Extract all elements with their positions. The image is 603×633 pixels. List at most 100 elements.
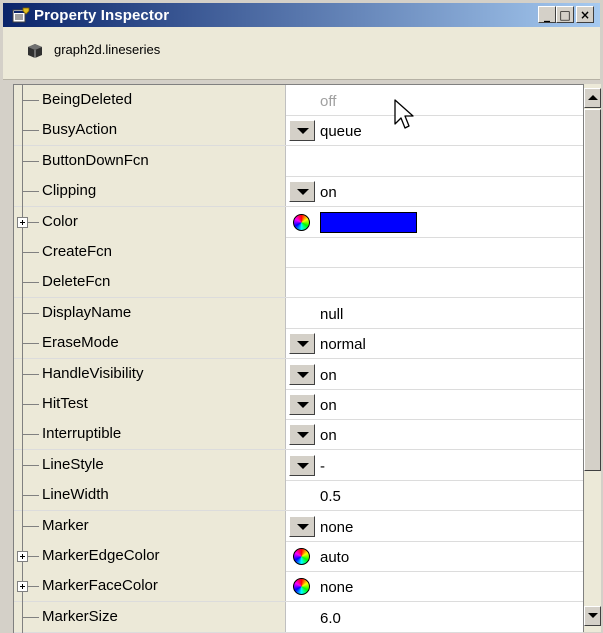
- property-name: CreateFcn: [42, 243, 113, 260]
- tree-branch: [23, 282, 39, 284]
- property-name: MarkerFaceColor: [42, 577, 158, 595]
- property-value: normal: [320, 336, 366, 354]
- property-name: Color: [42, 212, 78, 230]
- expand-plus-icon[interactable]: [17, 581, 28, 593]
- property-name-cell: BeingDeleted: [14, 85, 286, 116]
- property-row[interactable]: ButtonDownFcn: [14, 145, 583, 177]
- property-value: auto: [320, 549, 350, 566]
- tree-branch: [23, 130, 39, 132]
- color-wheel-icon[interactable]: [293, 213, 310, 231]
- property-name-cell: DisplayName: [14, 297, 286, 329]
- property-name: BeingDeleted: [42, 91, 133, 108]
- property-value-cell[interactable]: on: [286, 419, 583, 449]
- property-row[interactable]: Clipping on: [14, 176, 583, 208]
- property-name: BusyAction: [42, 121, 118, 139]
- property-row[interactable]: DeleteFcn: [14, 267, 583, 299]
- property-name-cell: MarkerFaceColor: [14, 571, 286, 603]
- property-value-cell[interactable]: on: [286, 359, 583, 389]
- property-value: -: [320, 457, 325, 475]
- vertical-scrollbar[interactable]: [583, 84, 601, 632]
- title-bar[interactable]: Property Inspector _ □ ×: [3, 3, 600, 27]
- property-row[interactable]: Color: [14, 206, 583, 238]
- property-row[interactable]: CreateFcn: [14, 237, 583, 268]
- expand-plus-icon[interactable]: [17, 551, 28, 562]
- color-wheel-icon[interactable]: [293, 578, 310, 596]
- property-value: on: [320, 427, 337, 445]
- property-name-cell: Marker: [14, 510, 286, 542]
- property-row[interactable]: Interruptible on: [14, 419, 583, 451]
- property-row[interactable]: BeingDeleted off: [14, 85, 583, 116]
- property-name-cell: CreateFcn: [14, 237, 286, 268]
- tree-branch: [23, 100, 39, 101]
- property-value-cell[interactable]: off: [286, 85, 583, 115]
- expand-plus-icon[interactable]: [17, 216, 28, 228]
- property-value-cell[interactable]: [286, 267, 583, 297]
- tree-branch: [23, 464, 39, 466]
- maximize-button[interactable]: □: [556, 6, 574, 23]
- property-value-cell[interactable]: none: [286, 511, 583, 541]
- object-header: graph2d.lineseries: [3, 27, 600, 80]
- property-value-cell[interactable]: [286, 207, 583, 237]
- property-value-cell[interactable]: -: [286, 450, 583, 480]
- property-value-cell[interactable]: none: [286, 571, 583, 601]
- dropdown-arrow-icon[interactable]: [289, 120, 315, 142]
- property-row[interactable]: BusyAction queue: [14, 115, 583, 147]
- tree-branch: [23, 343, 39, 345]
- tree-branch: [23, 404, 39, 405]
- property-name-cell: ButtonDownFcn: [14, 145, 286, 177]
- tree-branch: [23, 373, 39, 375]
- dropdown-arrow-icon[interactable]: [289, 515, 315, 537]
- property-row[interactable]: Marker none: [14, 510, 583, 542]
- property-value: null: [320, 305, 344, 323]
- close-button[interactable]: ×: [576, 6, 594, 23]
- property-name: ButtonDownFcn: [42, 151, 149, 169]
- property-row[interactable]: DisplayName null: [14, 297, 583, 329]
- property-row[interactable]: MarkerSize 6.0: [14, 601, 583, 633]
- property-row[interactable]: LineStyle -: [14, 449, 583, 481]
- property-name-cell: HitTest: [14, 389, 286, 420]
- property-row[interactable]: MarkerEdgeColor auto: [14, 541, 583, 572]
- scroll-down-button[interactable]: [584, 606, 601, 626]
- dropdown-arrow-icon[interactable]: [289, 363, 315, 385]
- property-value-cell[interactable]: on: [286, 176, 583, 206]
- dropdown-arrow-icon[interactable]: [289, 181, 315, 203]
- property-value-cell[interactable]: null: [286, 298, 583, 328]
- property-name-cell: LineWidth: [14, 480, 286, 512]
- property-value-cell[interactable]: 6.0: [286, 602, 583, 632]
- scroll-thumb[interactable]: [584, 109, 601, 471]
- property-row[interactable]: EraseMode normal: [14, 328, 583, 360]
- property-value: on: [320, 366, 337, 384]
- property-name-cell: HandleVisibility: [14, 358, 286, 390]
- dropdown-arrow-icon[interactable]: [289, 333, 315, 355]
- minimize-button[interactable]: _: [538, 6, 556, 23]
- property-name-cell: DeleteFcn: [14, 267, 286, 299]
- property-name-cell: Clipping: [14, 176, 286, 208]
- object-class-label: graph2d.lineseries: [54, 42, 161, 57]
- property-value-cell[interactable]: 0.5: [286, 480, 583, 510]
- property-row[interactable]: MarkerFaceColor none: [14, 571, 583, 603]
- property-row[interactable]: LineWidth 0.5: [14, 480, 583, 512]
- property-value-cell[interactable]: on: [286, 389, 583, 419]
- window-controls: _ □ ×: [538, 6, 594, 23]
- color-wheel-icon[interactable]: [293, 548, 310, 565]
- property-row[interactable]: HandleVisibility on: [14, 358, 583, 390]
- property-value-cell[interactable]: [286, 237, 583, 267]
- tree-branch: [23, 495, 39, 497]
- property-row[interactable]: HitTest on: [14, 389, 583, 420]
- property-value-cell[interactable]: [286, 146, 583, 176]
- property-name: DeleteFcn: [42, 273, 111, 291]
- color-swatch[interactable]: [320, 211, 417, 233]
- property-name: LineStyle: [42, 455, 104, 473]
- dropdown-arrow-icon[interactable]: [289, 424, 315, 446]
- object-cube-icon: [27, 43, 43, 59]
- dropdown-arrow-icon[interactable]: [289, 454, 315, 476]
- tree-branch: [23, 252, 39, 253]
- scroll-up-button[interactable]: [584, 88, 601, 108]
- property-name: MarkerEdgeColor: [42, 547, 160, 564]
- property-value-cell[interactable]: auto: [286, 541, 583, 571]
- tree-branch: [23, 160, 39, 162]
- property-value-cell[interactable]: normal: [286, 328, 583, 358]
- dropdown-arrow-icon[interactable]: [289, 394, 315, 415]
- property-value-cell[interactable]: queue: [286, 115, 583, 145]
- property-table[interactable]: BeingDeleted off BusyAction queue ButtonDown…: [13, 84, 583, 633]
